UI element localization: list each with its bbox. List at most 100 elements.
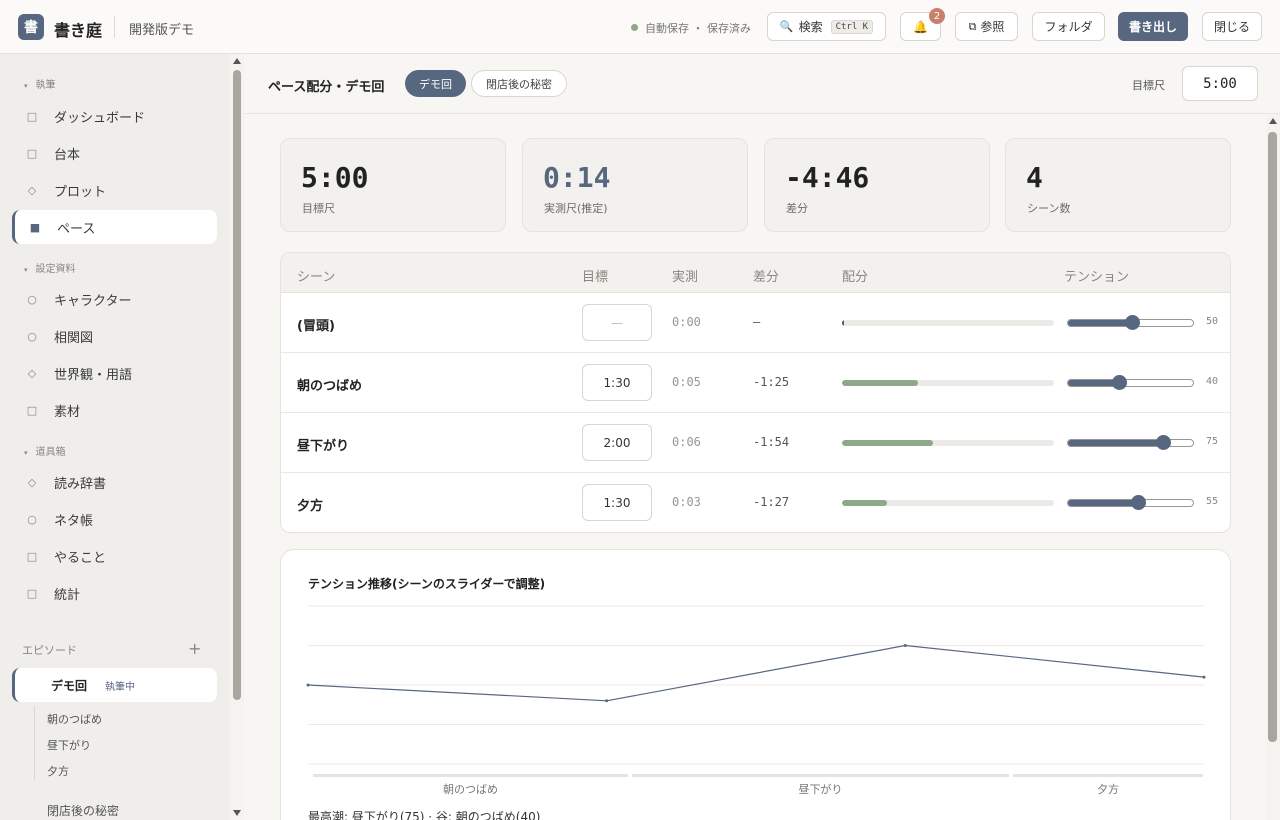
stat-card-scenes: 4 シーン数 (1005, 138, 1231, 232)
target-length-input[interactable]: 5:00 (1182, 66, 1258, 101)
scene-diff: — (753, 315, 761, 329)
tension-slider[interactable] (1067, 495, 1194, 510)
page-toolbar: ペース配分・デモ回 デモ回 閉店後の秘密 目標尺 5:00 (244, 54, 1280, 114)
sidebar-item-dictionary[interactable]: ◇ 読み辞書 (12, 465, 217, 499)
chart-point (605, 699, 609, 703)
tension-slider[interactable] (1067, 435, 1194, 450)
allocation-bar (842, 500, 1054, 506)
header-divider (114, 16, 115, 38)
episode-scene-item[interactable]: 昼下がり (47, 737, 91, 753)
tension-chart-card: テンション推移(シーンのスライダーで調整) 朝のつばめ 昼下がり 夕方 最高潮: 昼… (280, 549, 1231, 820)
sidebar-item-world[interactable]: ◇ 世界観・用語 (12, 356, 217, 390)
sidebar-item-label: 台本 (54, 147, 81, 163)
chart-category-band (632, 774, 1009, 777)
tension-slider-thumb[interactable] (1111, 375, 1127, 390)
sidebar-item-stats[interactable]: □ 統計 (12, 576, 217, 610)
circle-icon: ○ (27, 292, 37, 306)
sidebar-item-dashboard[interactable]: □ ダッシュボード (12, 99, 217, 133)
square-icon: □ (26, 586, 38, 600)
sidebar-item-assets[interactable]: □ 素材 (12, 393, 217, 427)
stat-label: シーン数 (1027, 202, 1071, 215)
tab-demo-episode[interactable]: デモ回 (405, 70, 466, 97)
episode-name: デモ回 (51, 678, 88, 693)
allocation-bar (842, 440, 1054, 446)
sidebar-item-plot[interactable]: ◇ プロット (12, 173, 217, 207)
tab-after-closing[interactable]: 閉店後の秘密 (471, 70, 567, 97)
edition-label: 開発版デモ (129, 23, 195, 38)
reference-label: 参照 (980, 20, 1005, 34)
filled-square-icon: ■ (29, 220, 41, 234)
folder-button[interactable]: フォルダ (1032, 12, 1105, 41)
chart-category-band (313, 774, 628, 777)
reference-button[interactable]: ⧉ 参照 (955, 12, 1018, 41)
chart-category-band (1013, 774, 1203, 777)
episode-tree-line (34, 706, 35, 780)
column-header-tension: テンション (1064, 270, 1130, 285)
scrollbar-thumb[interactable] (233, 70, 241, 700)
scene-actual: 0:06 (672, 435, 701, 449)
table-row: 朝のつばめ 1:30 0:05 -1:25 40 (281, 353, 1230, 413)
diamond-icon: ◇ (27, 366, 37, 380)
episodes-heading: エピソード (22, 644, 77, 657)
sidebar-item-pace[interactable]: ■ ペース (12, 210, 217, 244)
tension-slider-thumb[interactable] (1124, 315, 1140, 330)
sidebar-scrollbar[interactable] (230, 54, 244, 820)
scroll-up-icon[interactable] (233, 58, 241, 64)
close-button[interactable]: 閉じる (1202, 12, 1262, 41)
stat-value: 5:00 (301, 161, 369, 194)
search-button[interactable]: 🔍 検索 Ctrl K (767, 12, 886, 41)
tension-slider-thumb[interactable] (1130, 495, 1146, 510)
scene-actual: 0:00 (672, 315, 701, 329)
table-row: (冒頭) — 0:00 — 50 (281, 293, 1230, 353)
scene-diff: -1:54 (753, 435, 790, 449)
scene-target-input[interactable]: 1:30 (582, 364, 652, 401)
chart-point (903, 644, 907, 647)
autosave-status-dot (631, 24, 638, 31)
tension-slider[interactable] (1067, 375, 1194, 390)
sidebar-item-label: キャラクター (54, 293, 132, 309)
export-button[interactable]: 書き出し (1118, 12, 1188, 41)
column-header-diff: 差分 (753, 270, 780, 285)
scene-target-input[interactable]: — (582, 304, 652, 341)
scene-actual: 0:05 (672, 375, 701, 389)
reference-icon: ⧉ (968, 19, 977, 33)
scroll-down-icon[interactable] (233, 810, 241, 816)
sidebar-item-ideas[interactable]: ○ ネタ帳 (12, 502, 217, 536)
circle-icon: ○ (27, 512, 37, 526)
square-icon: □ (26, 549, 38, 563)
sidebar-item-relations[interactable]: ○ 相関図 (12, 319, 217, 353)
sidebar-item-script[interactable]: □ 台本 (12, 136, 217, 170)
allocation-bar (842, 320, 1054, 326)
scene-target-input[interactable]: 1:30 (582, 484, 652, 521)
scene-name: 昼下がり (297, 439, 350, 454)
episode-item[interactable]: 閉店後の秘密 (47, 802, 119, 819)
sidebar-item-label: 読み辞書 (54, 476, 107, 492)
sidebar-item-label: ネタ帳 (54, 513, 94, 529)
episode-scene-item[interactable]: 夕方 (47, 763, 69, 779)
autosave-status: 自動保存 ・ 保存済み (645, 22, 751, 35)
search-icon: 🔍 (779, 20, 794, 33)
allocation-bar-fill (842, 500, 887, 506)
stat-label: 目標尺 (302, 202, 335, 215)
sidebar-item-label: やること (54, 550, 107, 566)
tension-chart: 朝のつばめ 昼下がり 夕方 (306, 605, 1206, 796)
sidebar-item-characters[interactable]: ○ キャラクター (12, 282, 217, 316)
tension-slider-fill (1068, 500, 1138, 506)
add-episode-button[interactable]: + (188, 639, 201, 658)
scene-target-input[interactable]: 2:00 (582, 424, 652, 461)
episode-item-active[interactable]: デモ回 執筆中 (12, 668, 217, 702)
tension-slider-thumb[interactable] (1156, 435, 1172, 450)
scene-actual: 0:03 (672, 495, 701, 509)
tension-slider[interactable] (1067, 315, 1194, 330)
stat-value: 4 (1026, 161, 1043, 194)
sidebar-item-label: ペース (57, 221, 96, 237)
scroll-up-icon[interactable] (1269, 118, 1277, 124)
scrollbar-thumb[interactable] (1268, 132, 1277, 742)
sidebar-item-todo[interactable]: □ やること (12, 539, 217, 573)
episode-scene-item[interactable]: 朝のつばめ (47, 711, 102, 727)
main-scrollbar[interactable] (1266, 114, 1280, 820)
column-header-actual: 実測 (672, 270, 699, 285)
sidebar-item-label: 世界観・用語 (54, 367, 133, 383)
sidebar-item-label: 相関図 (54, 330, 94, 346)
stat-card-target: 5:00 目標尺 (280, 138, 506, 232)
